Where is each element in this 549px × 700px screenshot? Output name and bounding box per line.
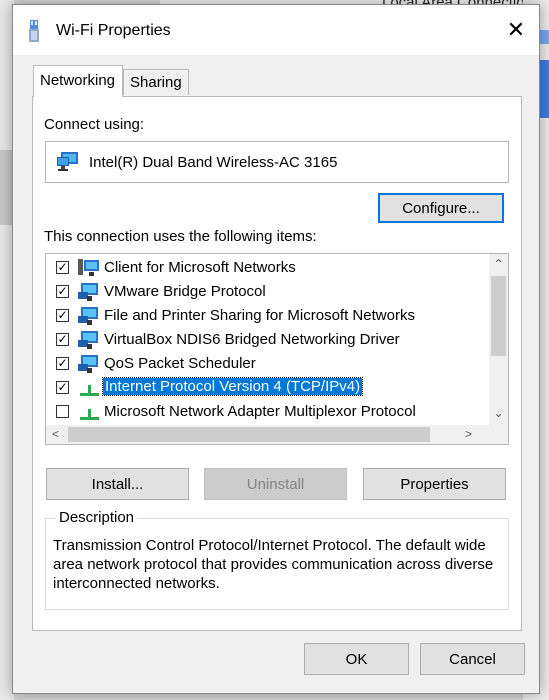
network-service-icon — [78, 283, 98, 301]
vertical-scroll-thumb[interactable] — [491, 276, 506, 356]
protocol-icon — [80, 385, 99, 396]
item-label: File and Printer Sharing for Microsoft N… — [104, 307, 415, 324]
list-item-qos-packet-scheduler[interactable]: QoS Packet Scheduler — [46, 352, 476, 376]
description-legend: Description — [56, 509, 138, 526]
configure-button[interactable]: Configure... — [378, 193, 504, 223]
close-icon: ✕ — [506, 17, 526, 42]
cancel-button[interactable]: Cancel — [420, 643, 525, 675]
item-label: Microsoft Network Adapter Multiplexor Pr… — [104, 403, 416, 420]
properties-button[interactable]: Properties — [363, 468, 506, 500]
checkbox-virtualbox-ndis6-driver[interactable] — [56, 333, 69, 346]
connection-items-list[interactable]: Client for Microsoft Networks VMware Bri… — [45, 253, 509, 445]
horizontal-scrollbar[interactable]: < > — [46, 425, 491, 444]
scroll-down-icon[interactable]: ⌄ — [489, 406, 508, 420]
checkbox-file-and-printer-sharing[interactable] — [56, 309, 69, 322]
uninstall-button[interactable]: Uninstall — [204, 468, 347, 500]
background-window-panel — [0, 150, 12, 225]
checkbox-qos-packet-scheduler[interactable] — [56, 357, 69, 370]
item-label: QoS Packet Scheduler — [104, 355, 256, 372]
networking-tab-panel: Connect using: Intel(R) Dual Band Wirele… — [32, 96, 522, 631]
list-item-file-and-printer-sharing[interactable]: File and Printer Sharing for Microsoft N… — [46, 304, 476, 328]
checkbox-internet-protocol-v4[interactable] — [56, 381, 69, 394]
tab-networking[interactable]: Networking — [33, 65, 123, 97]
network-adapter-icon — [57, 152, 78, 171]
install-button[interactable]: Install... — [46, 468, 189, 500]
description-text: Transmission Control Protocol/Internet P… — [53, 537, 494, 592]
item-label: VMware Bridge Protocol — [104, 283, 266, 300]
scroll-left-icon[interactable]: < — [46, 427, 65, 441]
description-group: Description Transmission Control Protoco… — [45, 509, 509, 610]
adapter-name: Intel(R) Dual Band Wireless-AC 3165 — [89, 154, 338, 171]
item-label-selected: Internet Protocol Version 4 (TCP/IPv4) — [101, 377, 364, 396]
item-label: VirtualBox NDIS6 Bridged Networking Driv… — [104, 331, 400, 348]
checkbox-vmware-bridge-protocol[interactable] — [56, 285, 69, 298]
horizontal-scroll-thumb[interactable] — [68, 427, 430, 442]
adapter-field: Intel(R) Dual Band Wireless-AC 3165 — [45, 141, 509, 183]
connect-using-label: Connect using: — [44, 116, 145, 133]
network-service-icon — [78, 307, 98, 325]
title-bar[interactable]: Wi-Fi Properties ✕ — [13, 5, 539, 55]
network-service-icon — [78, 331, 98, 349]
wifi-adapter-icon — [29, 20, 39, 42]
scroll-up-icon[interactable]: ⌃ — [489, 257, 508, 271]
list-item-virtualbox-ndis6-driver[interactable]: VirtualBox NDIS6 Bridged Networking Driv… — [46, 328, 476, 352]
tab-sharing[interactable]: Sharing — [123, 69, 189, 95]
protocol-icon — [80, 409, 99, 420]
network-service-icon — [78, 355, 98, 373]
ok-button[interactable]: OK — [304, 643, 409, 675]
vertical-scrollbar[interactable]: ⌃ ⌄ — [489, 254, 508, 427]
close-button[interactable]: ✕ — [493, 5, 539, 55]
scrollbar-corner — [489, 425, 508, 444]
list-item-internet-protocol-v4[interactable]: Internet Protocol Version 4 (TCP/IPv4) — [46, 376, 476, 400]
checkbox-multiplexor-protocol[interactable] — [56, 405, 69, 418]
scroll-right-icon[interactable]: > — [459, 427, 478, 441]
network-client-icon — [78, 259, 99, 276]
list-item-vmware-bridge-protocol[interactable]: VMware Bridge Protocol — [46, 280, 476, 304]
list-item-multiplexor-protocol[interactable]: Microsoft Network Adapter Multiplexor Pr… — [46, 400, 476, 424]
window-title: Wi-Fi Properties — [56, 22, 171, 39]
checkbox-client-for-microsoft-networks[interactable] — [56, 261, 69, 274]
list-item-client-for-microsoft-networks[interactable]: Client for Microsoft Networks — [46, 256, 476, 280]
items-label: This connection uses the following items… — [44, 228, 317, 245]
item-label: Client for Microsoft Networks — [104, 259, 296, 276]
wifi-properties-dialog: Wi-Fi Properties ✕ Networking Sharing Co… — [12, 4, 540, 694]
